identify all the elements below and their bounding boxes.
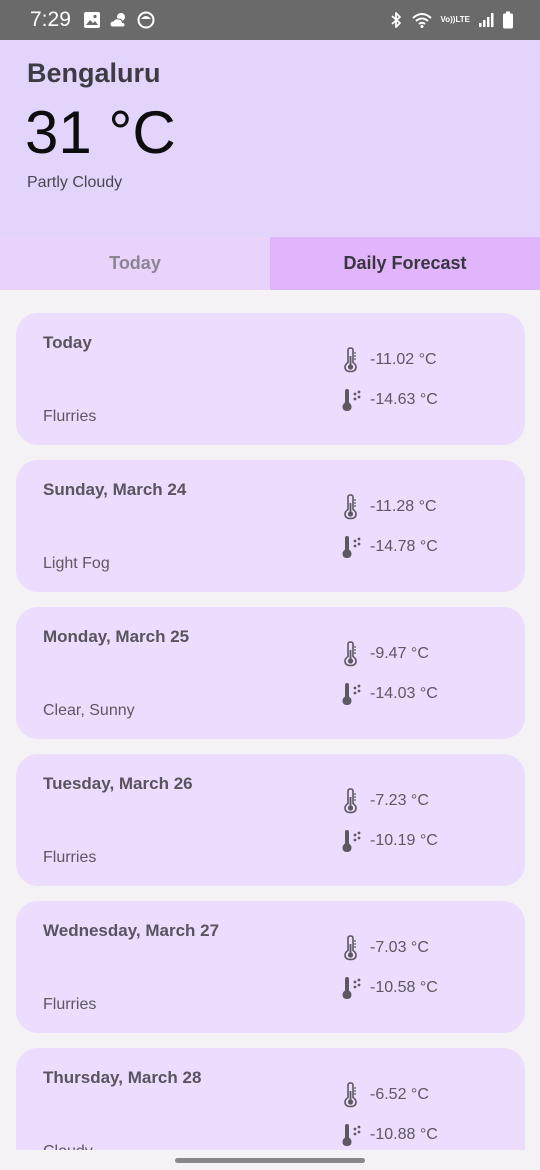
forecast-card[interactable]: Wednesday, March 27 -7.03 °C -10.58 °C F… [16, 901, 525, 1033]
thermometer-icon [340, 935, 362, 961]
weather-app: 7:29 Vo)) LTE Bengaluru 31 °C Partly Clo… [0, 0, 540, 1170]
bluetooth-icon [389, 11, 403, 29]
battery-icon [502, 11, 514, 29]
forecast-date: Tuesday, March 26 [43, 774, 193, 793]
app-icon [137, 11, 155, 29]
min-temp-value: -14.03 °C [370, 685, 438, 702]
tab-today[interactable]: Today [0, 237, 270, 290]
wifi-icon [411, 11, 433, 29]
volte-icon: Vo)) LTE [441, 16, 470, 24]
max-temp-value: -9.47 °C [370, 645, 429, 662]
thermometer-icon [340, 1082, 362, 1108]
city-name: Bengaluru [27, 58, 161, 88]
forecast-date: Today [43, 333, 92, 352]
weather-icon [109, 11, 129, 29]
thermometer-snow-icon [340, 681, 362, 707]
thermometer-icon [340, 788, 362, 814]
thermometer-snow-icon [340, 1122, 362, 1148]
forecast-card[interactable]: Thursday, March 28 -6.52 °C -10.88 °C Cl… [16, 1048, 525, 1150]
min-temp-value: -14.63 °C [370, 391, 438, 408]
min-temp-row: -10.58 °C [340, 975, 438, 1001]
max-temp-row: -11.02 °C [340, 347, 437, 373]
max-temp-value: -6.52 °C [370, 1086, 429, 1103]
min-temp-row: -10.19 °C [340, 828, 438, 854]
forecast-condition: Flurries [43, 996, 97, 1013]
status-right: Vo)) LTE [389, 11, 514, 29]
forecast-list[interactable]: Today -11.02 °C -14.63 °C Flurries Sunda… [16, 313, 525, 1150]
min-temp-row: -10.88 °C [340, 1122, 438, 1148]
max-temp-value: -7.23 °C [370, 792, 429, 809]
status-bar: 7:29 Vo)) LTE [0, 0, 540, 40]
min-temp-row: -14.03 °C [340, 681, 438, 707]
forecast-condition: Clear, Sunny [43, 702, 135, 719]
max-temp-value: -7.03 °C [370, 939, 429, 956]
min-temp-value: -10.88 °C [370, 1126, 438, 1143]
thermometer-snow-icon [340, 975, 362, 1001]
forecast-date: Sunday, March 24 [43, 480, 187, 499]
forecast-card[interactable]: Tuesday, March 26 -7.23 °C -10.19 °C Flu… [16, 754, 525, 886]
thermometer-icon [340, 347, 362, 373]
min-temp-row: -14.63 °C [340, 387, 438, 413]
max-temp-row: -7.03 °C [340, 935, 429, 961]
max-temp-row: -11.28 °C [340, 494, 437, 520]
min-temp-value: -10.19 °C [370, 832, 438, 849]
thermometer-icon [340, 494, 362, 520]
forecast-card[interactable]: Today -11.02 °C -14.63 °C Flurries [16, 313, 525, 445]
thermometer-icon [340, 641, 362, 667]
status-left: 7:29 [30, 8, 155, 32]
min-temp-value: -10.58 °C [370, 979, 438, 996]
thermometer-snow-icon [340, 534, 362, 560]
status-time: 7:29 [30, 8, 71, 31]
forecast-card[interactable]: Monday, March 25 -9.47 °C -14.03 °C Clea… [16, 607, 525, 739]
max-temp-row: -9.47 °C [340, 641, 429, 667]
min-temp-value: -14.78 °C [370, 538, 438, 555]
forecast-card[interactable]: Sunday, March 24 -11.28 °C -14.78 °C Lig… [16, 460, 525, 592]
thermometer-snow-icon [340, 828, 362, 854]
navigation-bar [0, 1150, 540, 1170]
gallery-icon [83, 11, 101, 29]
weather-header: Bengaluru 31 °C Partly Cloudy [0, 40, 540, 237]
forecast-date: Thursday, March 28 [43, 1068, 202, 1087]
forecast-date: Wednesday, March 27 [43, 921, 220, 940]
max-temp-value: -11.02 °C [370, 351, 437, 368]
forecast-condition: Flurries [43, 849, 97, 866]
tab-bar: Today Daily Forecast [0, 237, 540, 290]
tab-daily-forecast[interactable]: Daily Forecast [270, 237, 540, 290]
volte-top: Vo)) [440, 15, 456, 24]
forecast-condition: Light Fog [43, 555, 110, 572]
forecast-date: Monday, March 25 [43, 627, 190, 646]
max-temp-row: -6.52 °C [340, 1082, 429, 1108]
volte-bottom: LTE [455, 15, 470, 24]
max-temp-row: -7.23 °C [340, 788, 429, 814]
forecast-condition: Cloudy [43, 1143, 93, 1150]
home-gesture-handle[interactable] [175, 1158, 365, 1163]
signal-icon [478, 12, 494, 28]
forecast-condition: Flurries [43, 408, 97, 425]
min-temp-row: -14.78 °C [340, 534, 438, 560]
max-temp-value: -11.28 °C [370, 498, 437, 515]
current-condition: Partly Cloudy [27, 174, 123, 191]
current-temperature: 31 °C [25, 99, 176, 166]
thermometer-snow-icon [340, 387, 362, 413]
